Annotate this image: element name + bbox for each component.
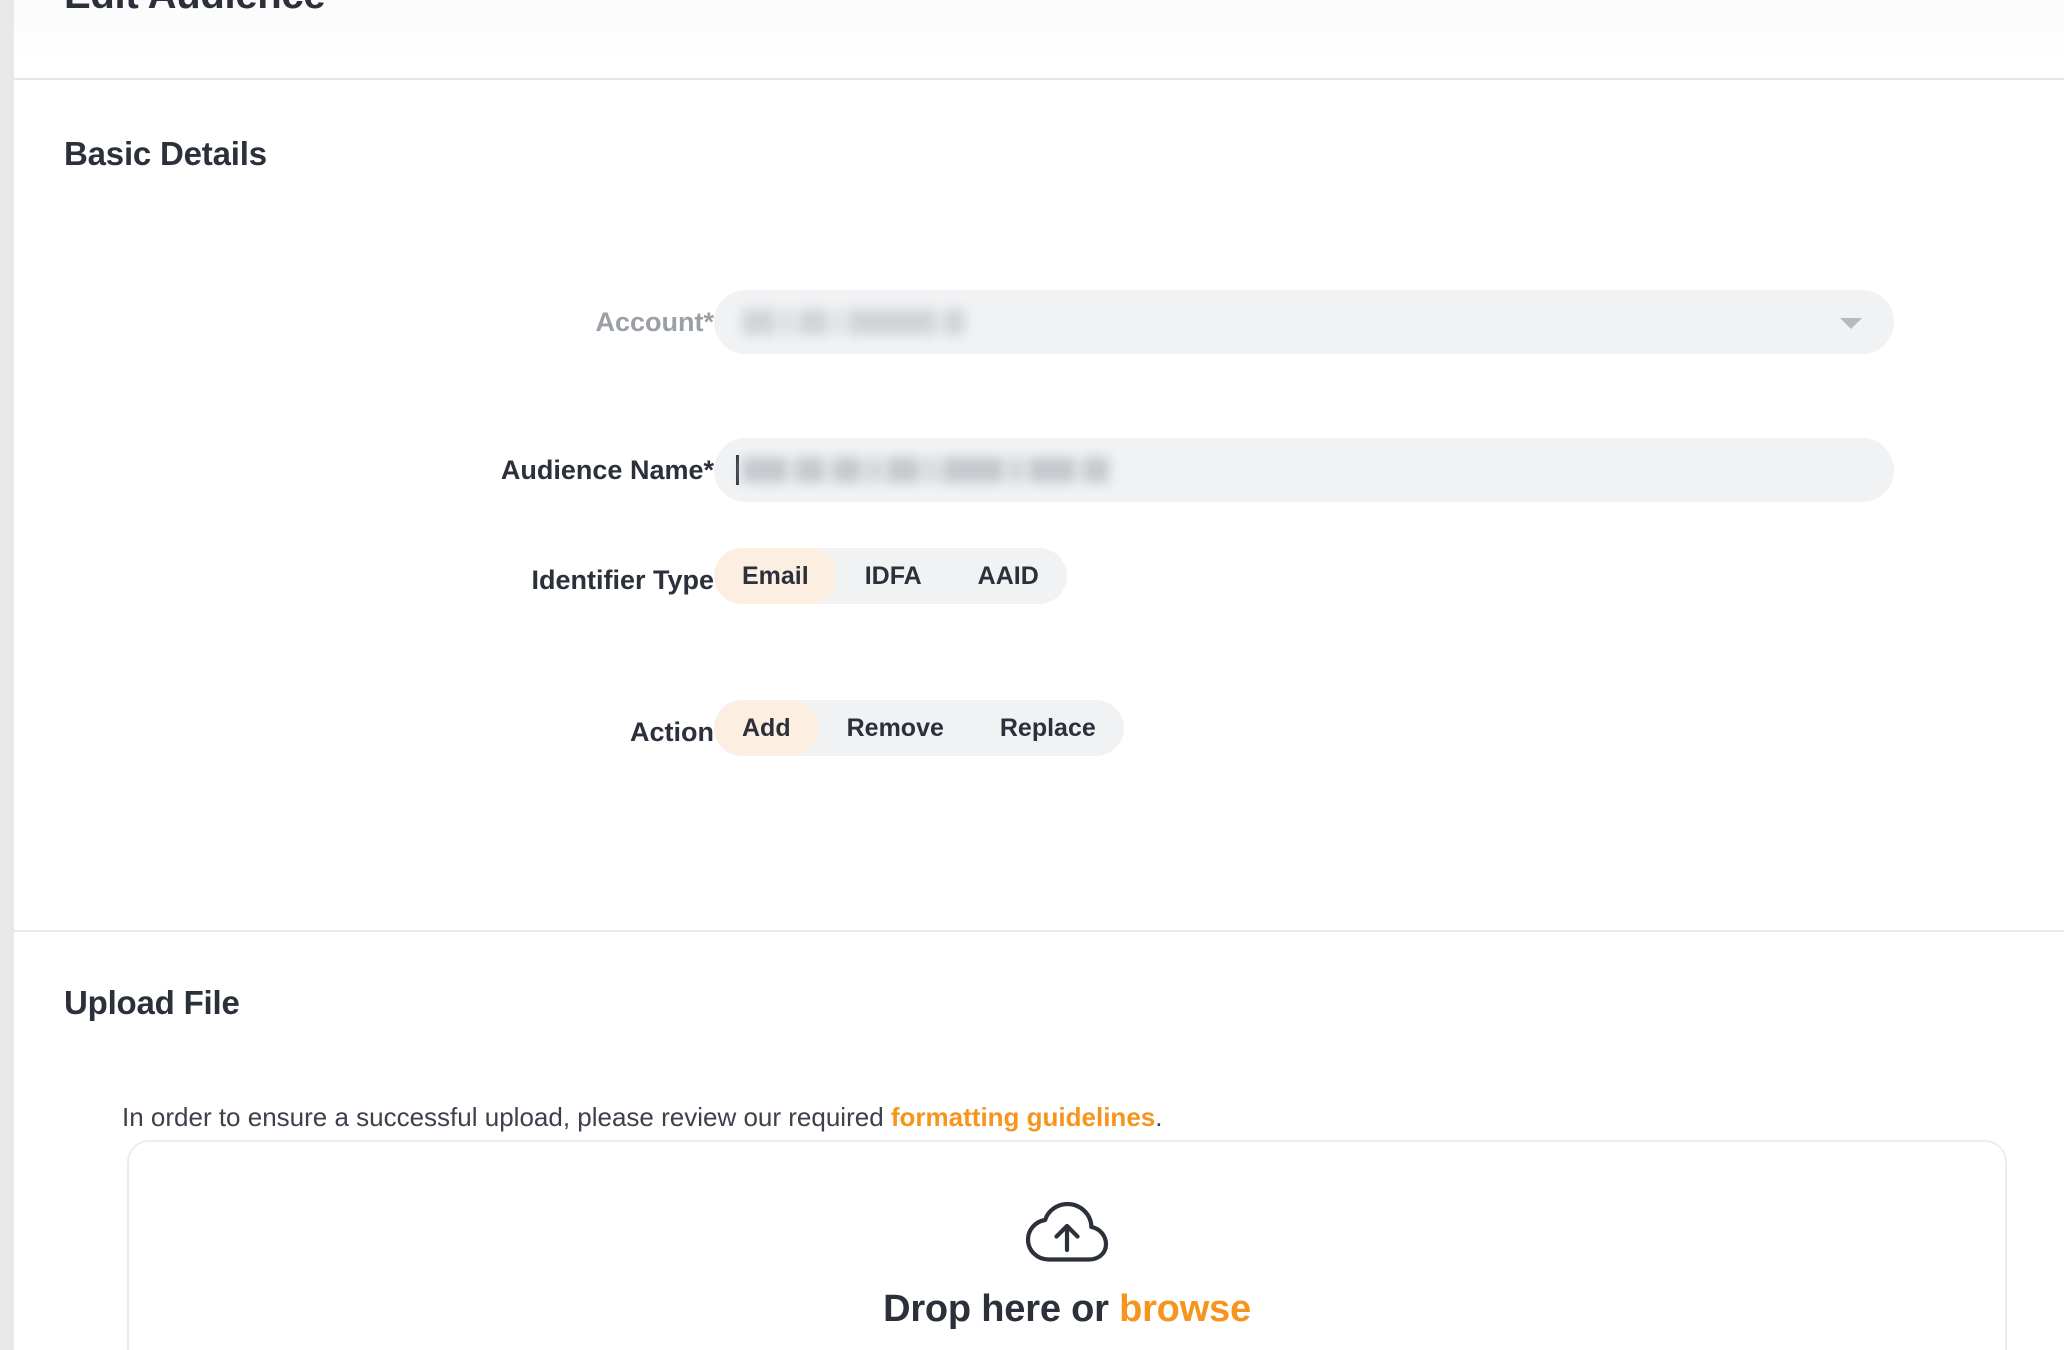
cloud-upload-icon xyxy=(1024,1202,1110,1266)
action-option-add[interactable]: Add xyxy=(714,700,819,756)
edit-audience-page: Edit Audience Basic Details Account* xyxy=(0,0,2064,1350)
identifier-type-option-idfa[interactable]: IDFA xyxy=(837,548,950,604)
account-label: Account* xyxy=(595,290,714,354)
action-control: Add Remove Replace xyxy=(714,700,1124,756)
dropzone-text: Drop here or browse xyxy=(883,1288,1251,1331)
identifier-type-option-email[interactable]: Email xyxy=(714,548,837,604)
action-option-remove[interactable]: Remove xyxy=(819,700,972,756)
identifier-type-row: Identifier Type Email IDFA AAID xyxy=(14,548,2064,612)
page-left-gutter xyxy=(0,0,14,1350)
text-cursor xyxy=(736,455,739,485)
identifier-type-option-aaid[interactable]: AAID xyxy=(950,548,1067,604)
account-row: Account* xyxy=(14,290,2064,354)
upload-file-heading: Upload File xyxy=(64,984,240,1022)
upload-note-suffix: . xyxy=(1155,1102,1162,1132)
dropzone-content: Drop here or browse xyxy=(129,1202,2005,1331)
page-title: Edit Audience xyxy=(64,0,325,18)
audience-name-input[interactable] xyxy=(714,438,1894,502)
basic-details-section: Basic Details Account* Audience Name* xyxy=(14,80,2064,932)
account-value-redacted xyxy=(742,305,972,339)
account-select[interactable] xyxy=(714,290,1894,354)
action-option-replace[interactable]: Replace xyxy=(972,700,1124,756)
upload-note-prefix: In order to ensure a successful upload, … xyxy=(122,1102,891,1132)
account-control xyxy=(714,290,1894,354)
identifier-type-segmented: Email IDFA AAID xyxy=(714,548,1067,604)
edit-audience-panel: Edit Audience Basic Details Account* xyxy=(14,0,2064,1350)
action-label: Action xyxy=(630,700,714,764)
basic-details-heading: Basic Details xyxy=(64,135,267,173)
action-row: Action Add Remove Replace xyxy=(14,700,2064,764)
chevron-down-icon xyxy=(1840,318,1862,329)
identifier-type-label: Identifier Type xyxy=(531,548,714,612)
audience-name-row: Audience Name* xyxy=(14,438,2064,502)
formatting-guidelines-link[interactable]: formatting guidelines xyxy=(891,1102,1155,1132)
audience-name-label: Audience Name* xyxy=(501,438,714,502)
action-segmented: Add Remove Replace xyxy=(714,700,1124,756)
dropzone-text-prefix: Drop here or xyxy=(883,1288,1119,1330)
upload-note: In order to ensure a successful upload, … xyxy=(122,1104,1162,1130)
file-dropzone[interactable]: Drop here or browse xyxy=(127,1140,2007,1350)
identifier-type-control: Email IDFA AAID xyxy=(714,548,1067,604)
audience-name-value-redacted xyxy=(742,453,1116,487)
browse-link[interactable]: browse xyxy=(1119,1288,1251,1330)
panel-header: Edit Audience xyxy=(14,0,2064,80)
audience-name-control xyxy=(714,438,1894,502)
